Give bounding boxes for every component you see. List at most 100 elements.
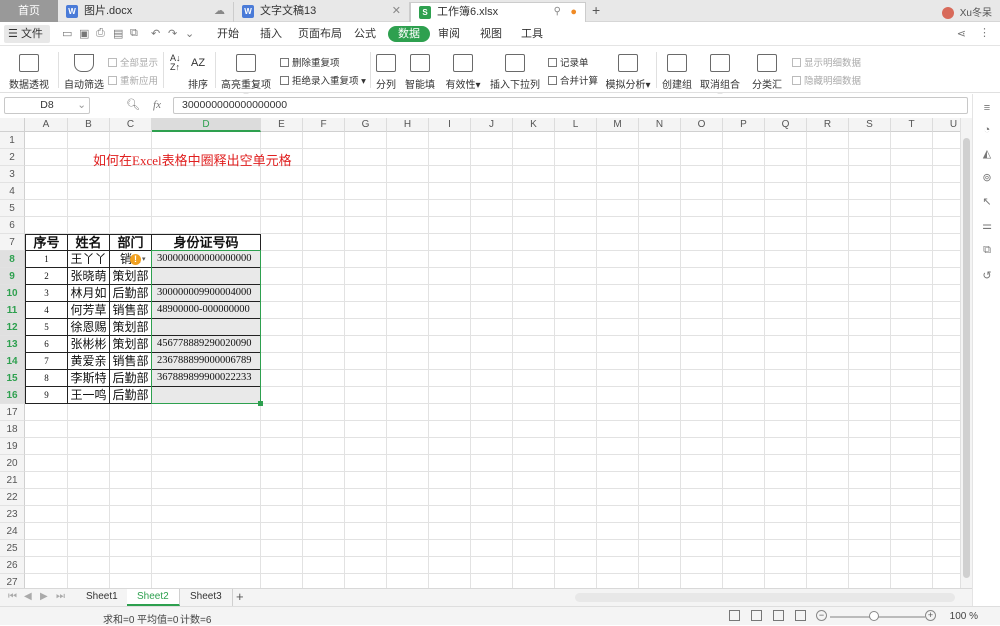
menu-view[interactable]: 视图 — [480, 26, 502, 42]
next-sheet-icon[interactable]: ▶ — [40, 591, 48, 602]
more-icon[interactable]: ⋮ — [979, 26, 990, 39]
fill-handle[interactable] — [258, 401, 263, 406]
row-header-12[interactable]: 12 — [0, 319, 25, 336]
column-header-g[interactable]: G — [345, 118, 387, 132]
cell-seq[interactable]: 1 — [25, 251, 68, 268]
tab-doc-picture[interactable]: W 图片.docx ☁ — [58, 2, 234, 22]
row-header-14[interactable]: 14 — [0, 353, 25, 370]
zoom-in-button[interactable]: + — [925, 610, 936, 621]
export-pdf-icon[interactable]: ⧉ — [130, 27, 138, 40]
text-to-columns-button[interactable]: 分列 — [374, 54, 398, 91]
menu-icon[interactable]: ≡ — [981, 102, 993, 114]
row-header-23[interactable]: 23 — [0, 506, 25, 523]
cell-name[interactable]: 张彬彬 — [68, 336, 110, 353]
unsaved-dot-icon[interactable]: ● — [570, 3, 577, 21]
cell-dept[interactable]: 策划部 — [110, 268, 152, 285]
column-header-a[interactable]: A — [25, 118, 68, 132]
sheet-title-text[interactable]: 如何在Excel表格中圈释出空单元格 — [93, 150, 292, 169]
redo-icon[interactable]: ↷ — [168, 27, 177, 40]
spreadsheet-grid[interactable]: A B C D E F G H I J K L M N O P Q R S T U 1 2 3 4 5 6 7 8 9 10 11 12 13 14… — [0, 118, 960, 588]
column-header-b[interactable]: B — [68, 118, 110, 132]
cell-dept[interactable]: 策划部 — [110, 336, 152, 353]
cell-seq[interactable]: 3 — [25, 285, 68, 302]
pin-icon[interactable]: ⚲ — [554, 3, 561, 21]
row-header-24[interactable]: 24 — [0, 523, 25, 540]
cell-dept[interactable]: 后勤部 — [110, 387, 152, 404]
row-header-27[interactable]: 27 — [0, 574, 25, 588]
select-all-corner[interactable] — [0, 118, 25, 132]
column-header-f[interactable]: F — [303, 118, 345, 132]
cell-dept[interactable]: 后勤部 — [110, 370, 152, 387]
menu-data[interactable]: 数据 — [388, 26, 430, 42]
row-header-22[interactable]: 22 — [0, 489, 25, 506]
row-header-19[interactable]: 19 — [0, 438, 25, 455]
reapply-button[interactable]: 重新应用 — [108, 73, 158, 87]
first-sheet-icon[interactable]: ⏮ — [8, 591, 17, 602]
add-sheet-button[interactable]: + — [236, 589, 244, 604]
cell-id[interactable]: 300000009900004000 — [152, 285, 261, 302]
cell-id[interactable] — [152, 387, 261, 404]
sheet-tab-sheet1[interactable]: Sheet1 — [76, 589, 129, 606]
sheet-tab-sheet2[interactable]: Sheet2 — [127, 589, 180, 606]
row-header-11[interactable]: 11 — [0, 302, 25, 319]
column-header-k[interactable]: K — [513, 118, 555, 132]
reject-duplicates-button[interactable]: 拒绝录入重复项 ▾ — [280, 73, 366, 87]
shapes-icon[interactable]: ◔ — [981, 124, 993, 136]
horizontal-scrollbar[interactable] — [575, 593, 955, 602]
sort-asc-icon[interactable]: A↓ Z↑ — [170, 54, 181, 72]
hide-detail-button[interactable]: 隐藏明细数据 — [792, 73, 861, 87]
column-header-n[interactable]: N — [639, 118, 681, 132]
cell-seq[interactable]: 4 — [25, 302, 68, 319]
cell-seq[interactable]: 8 — [25, 370, 68, 387]
column-header-q[interactable]: Q — [765, 118, 807, 132]
column-header-i[interactable]: I — [429, 118, 471, 132]
column-header-t[interactable]: T — [891, 118, 933, 132]
share-icon[interactable]: ⋖ — [957, 27, 966, 40]
record-form-button[interactable]: 记录单 — [548, 55, 589, 69]
column-header-l[interactable]: L — [555, 118, 597, 132]
row-header-10[interactable]: 10 — [0, 285, 25, 302]
warning-icon[interactable]: ! — [130, 254, 141, 265]
cell-dept[interactable]: 后勤部 — [110, 285, 152, 302]
cell-seq[interactable]: 9 — [25, 387, 68, 404]
cell-id[interactable]: 236788899000006789 — [152, 353, 261, 370]
row-header-20[interactable]: 20 — [0, 455, 25, 472]
normal-view-icon[interactable] — [729, 610, 740, 621]
column-header-c[interactable]: C — [110, 118, 152, 132]
row-header-6[interactable]: 6 — [0, 217, 25, 234]
vertical-scrollbar[interactable] — [960, 118, 972, 588]
print-icon[interactable]: ⎙ — [96, 27, 105, 40]
row-header-13[interactable]: 13 — [0, 336, 25, 353]
history-icon[interactable]: ↺ — [981, 270, 993, 282]
row-header-7[interactable]: 7 — [0, 234, 25, 251]
chevron-down-icon[interactable]: ▾ — [142, 255, 146, 263]
cell-seq[interactable]: 2 — [25, 268, 68, 285]
column-header-e[interactable]: E — [261, 118, 303, 132]
cell-name[interactable]: 王一鸣 — [68, 387, 110, 404]
show-detail-button[interactable]: 显示明细数据 — [792, 55, 861, 69]
menu-page-layout[interactable]: 页面布局 — [298, 26, 342, 42]
cell-seq[interactable]: 6 — [25, 336, 68, 353]
cell-id[interactable]: 456778889290020090 — [152, 336, 261, 353]
row-header-25[interactable]: 25 — [0, 540, 25, 557]
menu-review[interactable]: 审阅 — [438, 26, 460, 42]
row-header-4[interactable]: 4 — [0, 183, 25, 200]
column-header-j[interactable]: J — [471, 118, 513, 132]
zoom-icon[interactable]: 🔍︎ — [126, 99, 140, 111]
tab-doc-text[interactable]: W 文字文稿13 ✕ — [234, 2, 410, 22]
name-box[interactable]: D8 ⌄ — [4, 97, 90, 114]
file-menu-button[interactable]: ☰ 文件 — [4, 25, 50, 43]
scroll-thumb[interactable] — [963, 138, 970, 578]
settings-icon[interactable]: ⚌ — [981, 220, 993, 232]
row-header-3[interactable]: 3 — [0, 166, 25, 183]
sort-button[interactable]: AZ 排序 — [186, 54, 210, 91]
column-header-p[interactable]: P — [723, 118, 765, 132]
show-all-button[interactable]: 全部显示 — [108, 55, 158, 69]
cell-name[interactable]: 徐恩赐 — [68, 319, 110, 336]
row-header-5[interactable]: 5 — [0, 200, 25, 217]
cell-name[interactable]: 林月如 — [68, 285, 110, 302]
row-header-21[interactable]: 21 — [0, 472, 25, 489]
chevron-down-icon[interactable]: ⌄ — [77, 98, 86, 113]
column-header-h[interactable]: H — [387, 118, 429, 132]
tab-workbook[interactable]: S 工作簿6.xlsx ⚲ ● — [410, 2, 586, 22]
